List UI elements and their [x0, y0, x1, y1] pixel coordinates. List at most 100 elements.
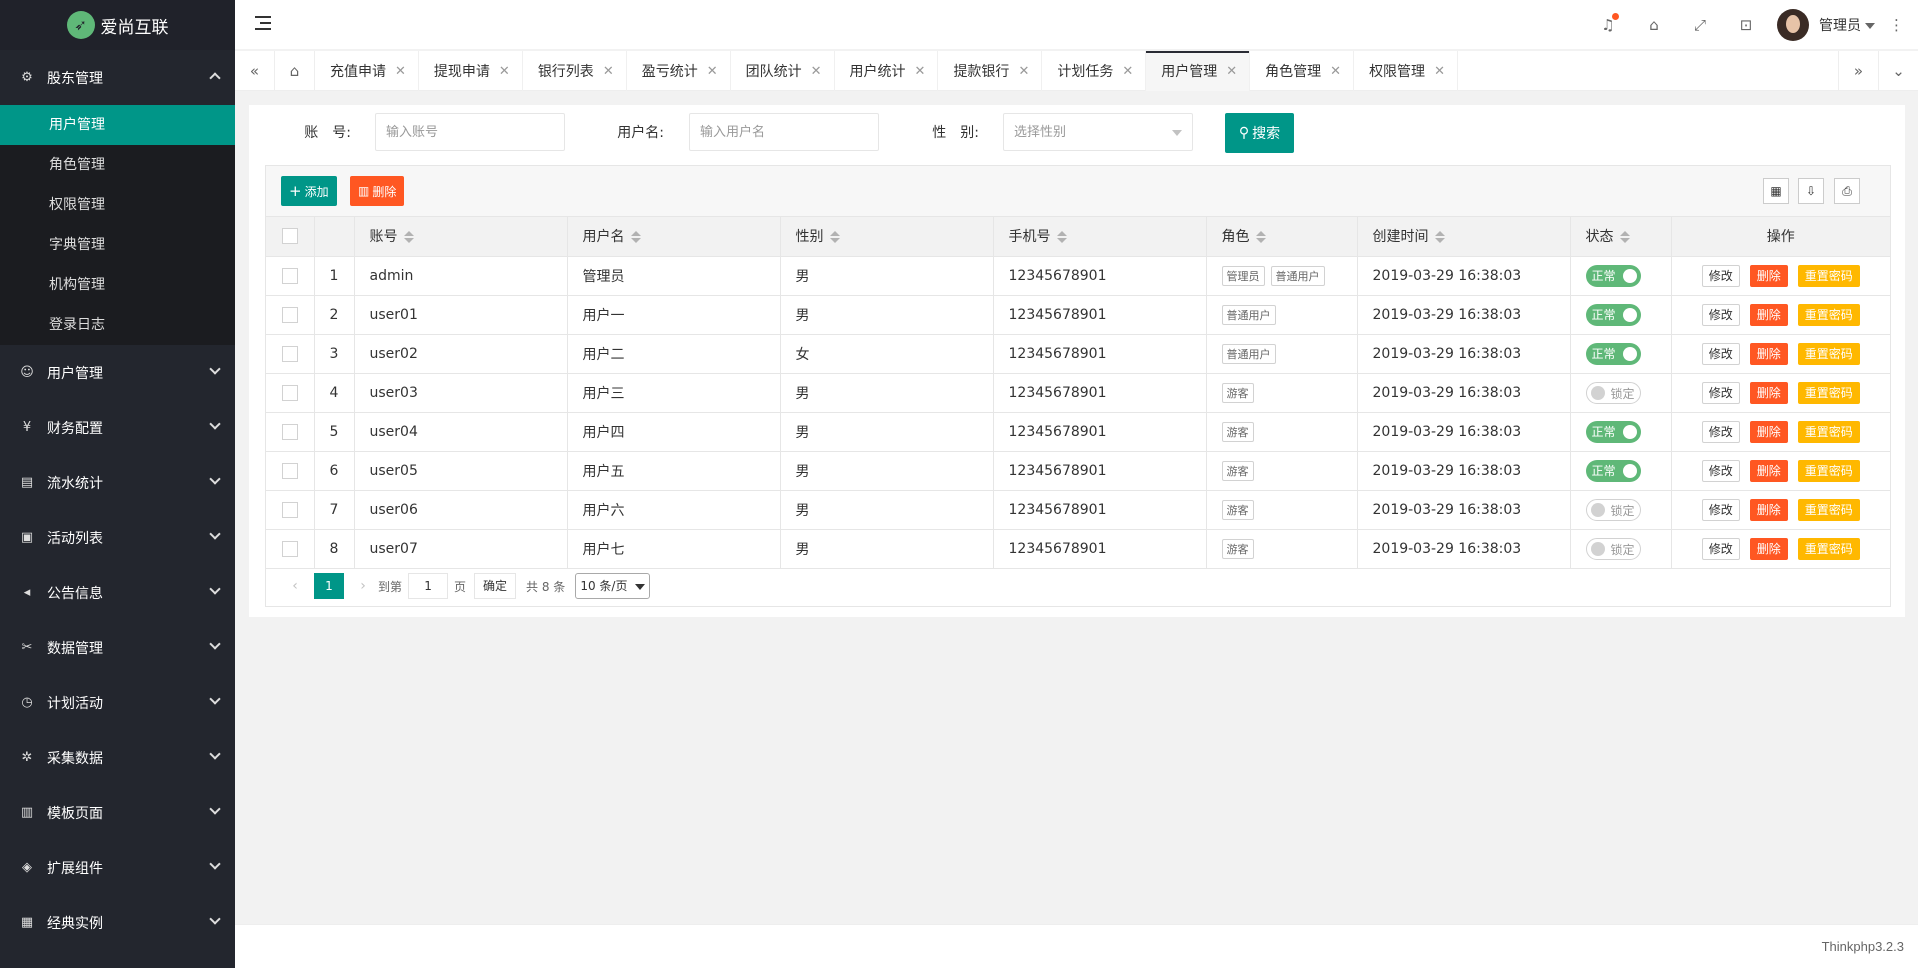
sidebar-group-10[interactable]: ▥ 模板页面	[0, 785, 235, 840]
close-tab-icon[interactable]: ✕	[1018, 64, 1029, 79]
header-status[interactable]: 状态	[1569, 217, 1672, 257]
header-phone[interactable]: 手机号	[992, 217, 1207, 257]
close-tab-icon[interactable]: ✕	[1122, 64, 1133, 79]
sidebar-group-4[interactable]: ▤ 流水统计	[0, 455, 235, 510]
edit-button[interactable]: 修改	[1701, 303, 1740, 326]
tab-9[interactable]: 用户管理 ✕	[1146, 51, 1251, 91]
tabs-dropdown-icon[interactable]: ⌄	[1878, 51, 1918, 91]
sidebar-item-6[interactable]: 登录日志	[0, 305, 235, 345]
tab-4[interactable]: 盈亏统计 ✕	[627, 51, 731, 91]
close-tab-icon[interactable]: ✕	[1434, 64, 1445, 79]
tab-6[interactable]: 用户统计 ✕	[835, 51, 939, 91]
tab-11[interactable]: 权限管理 ✕	[1354, 51, 1458, 91]
prev-page-icon[interactable]: ‹	[280, 578, 310, 594]
delete-button[interactable]: 删除	[1749, 381, 1788, 404]
edit-button[interactable]: 修改	[1701, 498, 1740, 521]
status-toggle[interactable]: 正常	[1585, 342, 1641, 365]
fullscreen-icon[interactable]: ⤢	[1677, 16, 1723, 34]
reset-password-button[interactable]: 重置密码	[1797, 381, 1860, 404]
sort-icon[interactable]	[1619, 231, 1630, 244]
delete-button[interactable]: 删除	[1749, 459, 1788, 482]
header-account[interactable]: 账号	[353, 217, 568, 257]
sidebar-group-5[interactable]: ▣ 活动列表	[0, 510, 235, 565]
sidebar-group-9[interactable]: ✲ 采集数据	[0, 730, 235, 785]
status-toggle[interactable]: 正常	[1585, 459, 1641, 482]
sidebar-group-7[interactable]: ✂ 数据管理	[0, 620, 235, 675]
sort-icon[interactable]	[829, 231, 840, 244]
status-toggle[interactable]: 锁定	[1585, 381, 1641, 404]
header-gender[interactable]: 性别	[779, 217, 994, 257]
reset-password-button[interactable]: 重置密码	[1797, 537, 1860, 560]
goto-confirm-button[interactable]: 确定	[474, 573, 517, 599]
sort-icon[interactable]	[1434, 231, 1445, 244]
sidebar-item-2[interactable]: 角色管理	[0, 145, 235, 185]
sidebar-group-11[interactable]: ◈ 扩展组件	[0, 840, 235, 895]
sidebar-group-8[interactable]: ◷ 计划活动	[0, 675, 235, 730]
sidebar-group-3[interactable]: ¥ 财务配置	[0, 400, 235, 455]
search-button[interactable]: ⚲ 搜索	[1225, 113, 1294, 153]
sort-icon[interactable]	[630, 231, 641, 244]
close-tab-icon[interactable]: ✕	[499, 64, 510, 79]
sort-icon[interactable]	[403, 231, 414, 244]
close-tab-icon[interactable]: ✕	[811, 64, 822, 79]
sidebar-item-4[interactable]: 字典管理	[0, 225, 235, 265]
batch-delete-button[interactable]: ▥ 删除	[350, 176, 405, 206]
edit-button[interactable]: 修改	[1701, 459, 1740, 482]
row-checkbox[interactable]	[281, 384, 298, 401]
user-menu[interactable]: 管理员	[1819, 15, 1875, 35]
tab-2[interactable]: 提现申请 ✕	[419, 51, 523, 91]
reset-password-button[interactable]: 重置密码	[1797, 420, 1860, 443]
tab-8[interactable]: 计划任务 ✕	[1042, 51, 1147, 91]
close-tab-icon[interactable]: ✕	[915, 64, 926, 79]
avatar[interactable]	[1777, 9, 1809, 41]
tag-icon[interactable]: ⌂	[1631, 16, 1677, 34]
delete-button[interactable]: 删除	[1749, 303, 1788, 326]
sidebar-item-5[interactable]: 机构管理	[0, 265, 235, 305]
status-toggle[interactable]: 正常	[1585, 303, 1641, 326]
collapse-menu-icon[interactable]	[255, 16, 271, 30]
next-page-icon[interactable]: ›	[348, 578, 378, 594]
username-input[interactable]: 输入用户名	[689, 113, 879, 151]
tab-1[interactable]: 充值申请 ✕	[315, 51, 419, 91]
sidebar-group-6[interactable]: ◂ 公告信息	[0, 565, 235, 620]
row-checkbox[interactable]	[281, 540, 298, 557]
columns-filter-icon[interactable]: ▦	[1763, 178, 1789, 204]
sidebar-group-2[interactable]: ☺ 用户管理	[0, 345, 235, 400]
row-checkbox[interactable]	[281, 423, 298, 440]
edit-button[interactable]: 修改	[1701, 420, 1740, 443]
reset-password-button[interactable]: 重置密码	[1797, 459, 1860, 482]
gender-select[interactable]: 选择性别	[1003, 113, 1193, 151]
status-toggle[interactable]: 锁定	[1585, 498, 1641, 521]
close-tab-icon[interactable]: ✕	[603, 64, 614, 79]
lock-icon[interactable]: ⊡	[1723, 16, 1769, 34]
delete-button[interactable]: 删除	[1749, 420, 1788, 443]
status-toggle[interactable]: 正常	[1585, 420, 1641, 443]
tab-5[interactable]: 团队统计 ✕	[731, 51, 835, 91]
tabs-scroll-left-icon[interactable]: «	[235, 51, 275, 91]
app-logo[interactable]: ➶ 爱尚互联	[0, 0, 235, 50]
sort-icon[interactable]	[1056, 231, 1067, 244]
sidebar-group-12[interactable]: ▦ 经典实例	[0, 895, 235, 950]
sidebar-item-3[interactable]: 权限管理	[0, 185, 235, 225]
close-tab-icon[interactable]: ✕	[395, 64, 406, 79]
reset-password-button[interactable]: 重置密码	[1797, 498, 1860, 521]
close-tab-icon[interactable]: ✕	[1226, 64, 1237, 79]
edit-button[interactable]: 修改	[1701, 381, 1740, 404]
tab-10[interactable]: 角色管理 ✕	[1250, 51, 1355, 91]
tabs-scroll-right-icon[interactable]: »	[1838, 51, 1878, 91]
edit-button[interactable]: 修改	[1701, 537, 1740, 560]
row-checkbox[interactable]	[281, 462, 298, 479]
page-size-select[interactable]: 10 条/页	[575, 573, 651, 599]
tab-3[interactable]: 银行列表 ✕	[523, 51, 627, 91]
sort-icon[interactable]	[1255, 231, 1266, 244]
select-all-checkbox[interactable]	[281, 228, 298, 245]
status-toggle[interactable]: 正常	[1585, 264, 1641, 287]
print-icon[interactable]: ⎙	[1834, 178, 1860, 204]
reset-password-button[interactable]: 重置密码	[1797, 264, 1860, 287]
sidebar-item-1[interactable]: 用户管理	[0, 105, 235, 145]
row-checkbox[interactable]	[281, 345, 298, 362]
export-icon[interactable]: ⇩	[1798, 178, 1824, 204]
delete-button[interactable]: 删除	[1749, 264, 1788, 287]
home-tab-icon[interactable]: ⌂	[275, 51, 315, 91]
reset-password-button[interactable]: 重置密码	[1797, 342, 1860, 365]
